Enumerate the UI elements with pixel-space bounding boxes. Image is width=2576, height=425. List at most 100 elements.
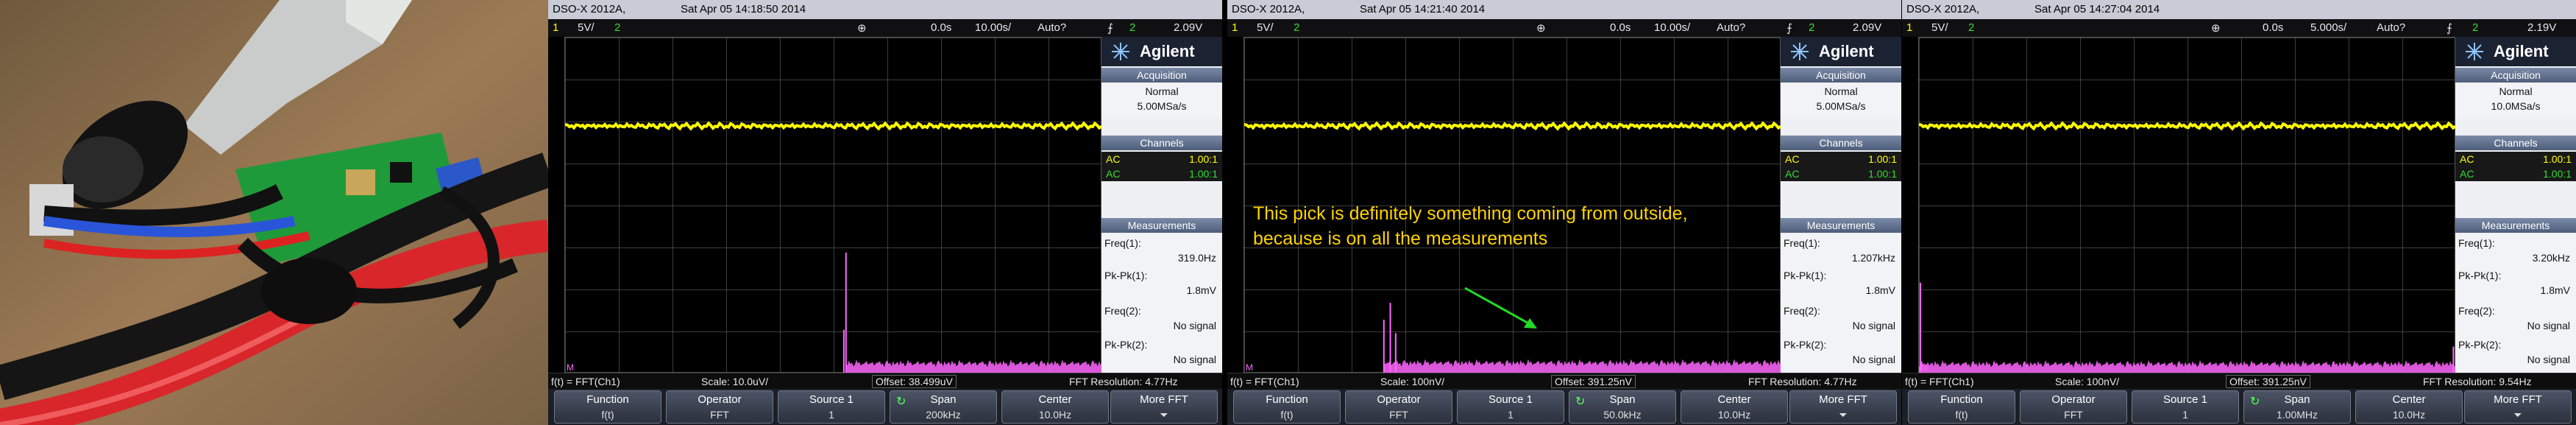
meas-value: 1.8mV: [1865, 284, 1895, 296]
trigger-source: 2: [2472, 21, 2479, 34]
delay-value: 0.0s: [2263, 21, 2284, 34]
acq-mode: Normal: [1145, 85, 1179, 97]
ch2-indicator[interactable]: 2: [614, 21, 620, 34]
function-softkey[interactable]: Function f(t): [1908, 390, 2015, 424]
scope-screen-2: DSO-X 2012A, Sat Apr 05 14:21:40 2014 1 …: [1227, 0, 1901, 425]
ch2-coupling: AC: [1785, 168, 1800, 180]
trigger-delay-icon: ⊕: [2211, 22, 2221, 35]
trigger-level: 2.09V: [1853, 21, 1882, 34]
datetime: Sat Apr 05 14:27:04 2014: [2034, 3, 2160, 15]
function-softkey[interactable]: Function f(t): [1233, 390, 1341, 424]
center-softkey[interactable]: Center 10.0Hz: [1001, 390, 1109, 424]
scope-screen-3: DSO-X 2012A, Sat Apr 05 14:27:04 2014 1 …: [1902, 0, 2576, 425]
fft-offset: Offset: 391.25nV: [2226, 375, 2310, 388]
waveform-display[interactable]: M: [1918, 37, 2456, 373]
fft-offset: Offset: 391.25nV: [1551, 375, 1636, 388]
channel-1-row[interactable]: AC 1.00:1: [1101, 152, 1222, 166]
ch2-coupling: AC: [1106, 168, 1121, 180]
channel-1-row[interactable]: AC 1.00:1: [2455, 152, 2576, 166]
channels-header[interactable]: Channels: [2455, 136, 2576, 150]
measurements-header[interactable]: Measurements: [1101, 218, 1222, 233]
circuit-photo: [0, 0, 548, 425]
fft-scale: Scale: 100nV/: [1380, 376, 1445, 387]
center-softkey[interactable]: Center 10.0Hz: [2355, 390, 2463, 424]
channels-header[interactable]: Channels: [1101, 136, 1222, 150]
operator-softkey[interactable]: Operator FFT: [666, 390, 773, 424]
trigger-edge-icon: ⨍: [1786, 22, 1792, 35]
function-softkey[interactable]: Function f(t): [554, 390, 661, 424]
trigger-source: 2: [1129, 21, 1136, 34]
span-softkey[interactable]: ↻ Span 200kHz: [890, 390, 997, 424]
ch1-indicator[interactable]: 1: [1232, 21, 1238, 34]
chevron-down-icon: ⏷: [1160, 409, 1168, 421]
acquisition-header[interactable]: Acquisition: [2455, 68, 2576, 82]
channel-2-row[interactable]: AC 1.00:1: [1781, 166, 1901, 181]
waveform-display[interactable]: M This pick is definitely something comi…: [1243, 37, 1781, 373]
chevron-down-icon: ⏷: [1839, 409, 1848, 421]
measurements-header[interactable]: Measurements: [2455, 218, 2576, 233]
meas-value: No signal: [1852, 354, 1895, 365]
side-panel: Agilent Acquisition Normal 5.00MSa/s Cha…: [1101, 37, 1222, 373]
channel-1-row[interactable]: AC 1.00:1: [1781, 152, 1901, 166]
ch1-indicator[interactable]: 1: [553, 21, 558, 34]
status-bar: 1 5V/ 2 ⊕ 0.0s 10.00s/ Auto? ⨍ 2 2.09V: [548, 19, 1222, 37]
acq-rate: 5.00MSa/s: [1137, 100, 1187, 112]
timebase-value: 5.000s/: [2310, 21, 2347, 34]
operator-softkey[interactable]: Operator FFT: [1345, 390, 1452, 424]
meas-label: Pk-Pk(1):: [1104, 270, 1148, 281]
model-name: DSO-X 2012A,: [1232, 3, 1305, 15]
source-softkey[interactable]: Source 11: [778, 390, 885, 424]
ch1-coupling: AC: [2460, 153, 2474, 165]
channel-2-row[interactable]: AC 1.00:1: [1101, 166, 1222, 181]
meas-value: No signal: [2527, 354, 2570, 365]
center-softkey[interactable]: Center 10.0Hz: [1681, 390, 1788, 424]
agilent-logo: Agilent: [1101, 37, 1222, 66]
timebase-value: 10.00s/: [1654, 21, 1691, 34]
acquisition-body: Normal 10.0MSa/s: [2455, 82, 2576, 118]
more-fft-softkey[interactable]: More FFT ⏷: [2464, 390, 2572, 424]
fft-source: f(t) = FFT(Ch1): [551, 376, 620, 387]
trigger-edge-icon: ⨍: [1107, 22, 1113, 35]
brand-text: Agilent: [1819, 42, 1874, 60]
acquisition-header[interactable]: Acquisition: [1781, 68, 1901, 82]
more-fft-softkey[interactable]: More FFT ⏷: [1110, 390, 1218, 424]
side-panel: Agilent Acquisition Normal 10.0MSa/s Cha…: [2455, 37, 2576, 373]
operator-softkey[interactable]: Operator FFT: [2020, 390, 2127, 424]
agilent-spark-icon: [1791, 43, 1809, 60]
ch2-indicator[interactable]: 2: [1294, 21, 1299, 34]
softkey-bar: Function f(t) Operator FFT Source 11 ↻ Span…: [1902, 389, 2576, 425]
meas-label: Freq(2):: [1784, 305, 1820, 317]
acquisition-header[interactable]: Acquisition: [1101, 68, 1222, 82]
ch1-scale: 5V/: [578, 21, 595, 34]
ch1-probe: 1.00:1: [2543, 153, 2572, 165]
fft-offset: Offset: 38.499uV: [872, 375, 957, 388]
brand-text: Agilent: [1140, 42, 1195, 60]
trigger-mode: Auto?: [2377, 21, 2406, 34]
trigger-level: 2.19V: [2527, 21, 2557, 34]
meas-label: Pk-Pk(2):: [1784, 339, 1827, 351]
status-bar: 1 5V/ 2 ⊕ 0.0s 5.000s/ Auto? ⨍ 2 2.19V: [1902, 19, 2576, 37]
span-softkey[interactable]: ↻ Span 1.00MHz: [2243, 390, 2351, 424]
model-name: DSO-X 2012A,: [553, 3, 626, 15]
measurements-header[interactable]: Measurements: [1781, 218, 1901, 233]
meas-value: No signal: [1173, 320, 1216, 331]
delay-value: 0.0s: [1610, 21, 1631, 34]
model-name: DSO-X 2012A,: [1906, 3, 1980, 15]
softkey-bar: Function f(t) Operator FFT Source 11 ↻ Span…: [1227, 389, 1901, 425]
fft-scale: Scale: 100nV/: [2055, 376, 2120, 387]
ch1-indicator[interactable]: 1: [1906, 21, 1912, 34]
trigger-delay-icon: ⊕: [1536, 22, 1546, 35]
more-fft-softkey[interactable]: More FFT ⏷: [1789, 390, 1897, 424]
span-softkey[interactable]: ↻ Span 50.0kHz: [1569, 390, 1676, 424]
ch1-probe: 1.00:1: [1868, 153, 1897, 165]
agilent-logo: Agilent: [2455, 37, 2576, 66]
fft-source: f(t) = FFT(Ch1): [1230, 376, 1299, 387]
source-softkey[interactable]: Source 11: [1457, 390, 1564, 424]
channels-header[interactable]: Channels: [1781, 136, 1901, 150]
ch2-probe: 1.00:1: [2543, 168, 2572, 180]
waveform-display[interactable]: M: [564, 37, 1102, 373]
ch1-scale: 5V/: [1257, 21, 1274, 34]
ch2-indicator[interactable]: 2: [1968, 21, 1974, 34]
channel-2-row[interactable]: AC 1.00:1: [2455, 166, 2576, 181]
source-softkey[interactable]: Source 11: [2132, 390, 2239, 424]
